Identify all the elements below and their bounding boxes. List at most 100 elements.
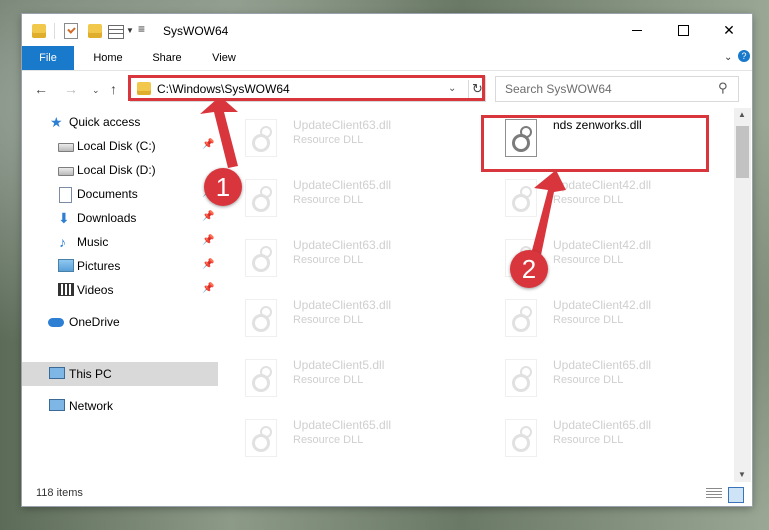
item-count: 118 items: [36, 487, 83, 499]
sidebar-item-downloads[interactable]: ⬇ Downloads 📌: [22, 206, 218, 230]
network-icon: [49, 399, 65, 411]
expand-ribbon-chevron-icon[interactable]: ⌄: [724, 52, 734, 63]
pin-icon[interactable]: 📌: [202, 259, 214, 270]
large-icons-view-icon[interactable]: [728, 487, 744, 503]
file-type: Resource DLL: [293, 254, 364, 266]
back-arrow-icon[interactable]: ←: [34, 81, 48, 97]
navigation-bar: ← → ⌄ ↑ C:\Windows\SysWOW64 ⌄ ↻ Search S…: [22, 71, 752, 107]
sidebar-item-local-disk-c[interactable]: Local Disk (C:) 📌: [22, 134, 218, 158]
file-item[interactable]: UpdateClient65.dll Resource DLL: [227, 174, 477, 218]
pin-icon[interactable]: 📌: [202, 235, 214, 246]
step-badge-1: 1: [204, 168, 242, 206]
sidebar-item-videos[interactable]: Videos 📌: [22, 278, 218, 302]
search-box[interactable]: Search SysWOW64 ⚲: [495, 76, 739, 102]
sidebar-item-quick-access[interactable]: ★ Quick access: [22, 110, 218, 134]
file-item[interactable]: UpdateClient63.dll Resource DLL: [227, 114, 477, 158]
scroll-down-arrow-icon[interactable]: ▼: [738, 470, 746, 479]
computer-icon: [49, 367, 65, 379]
sidebar-item-label: OneDrive: [69, 315, 120, 329]
music-icon: ♪: [59, 234, 66, 250]
close-icon: ✕: [723, 21, 735, 38]
file-name: UpdateClient42.dll: [553, 238, 652, 252]
sidebar-item-documents[interactable]: Documents 📌: [22, 182, 218, 206]
tab-view[interactable]: View: [200, 46, 248, 70]
pictures-icon: [58, 259, 74, 272]
properties-check-icon[interactable]: [64, 23, 78, 39]
file-name: UpdateClient42.dll: [553, 178, 652, 192]
sidebar-item-local-disk-d[interactable]: Local Disk (D:): [22, 158, 218, 182]
minimize-icon: [632, 29, 642, 31]
sidebar-item-label: Quick access: [69, 115, 141, 129]
dll-file-icon: [245, 239, 277, 277]
cloud-icon: [48, 318, 64, 327]
forward-arrow-icon[interactable]: →: [64, 81, 78, 97]
file-type: Resource DLL: [293, 194, 364, 206]
file-item[interactable]: UpdateClient5.dll Resource DLL: [227, 354, 477, 398]
up-arrow-icon[interactable]: ↑: [110, 81, 117, 97]
folder-icon[interactable]: [32, 24, 46, 38]
file-item[interactable]: UpdateClient65.dll Resource DLL: [487, 354, 737, 398]
documents-icon: [59, 187, 72, 203]
tab-share[interactable]: Share: [140, 46, 194, 70]
minimize-button[interactable]: [614, 14, 660, 46]
pin-icon[interactable]: 📌: [202, 211, 214, 222]
customize-toolbar-dropdown-icon[interactable]: ▼: [126, 26, 134, 35]
dll-file-icon: [505, 299, 537, 337]
file-item[interactable]: UpdateClient63.dll Resource DLL: [227, 294, 477, 338]
maximize-button[interactable]: [660, 14, 706, 46]
file-name: UpdateClient63.dll: [293, 298, 392, 312]
recent-locations-chevron-icon[interactable]: ⌄: [92, 85, 100, 96]
tab-file[interactable]: File: [22, 46, 74, 70]
file-item[interactable]: UpdateClient42.dll Resource DLL: [487, 294, 737, 338]
dll-file-icon: [505, 419, 537, 457]
tab-home[interactable]: Home: [82, 46, 134, 70]
downloads-icon: ⬇: [58, 210, 70, 226]
close-button[interactable]: ✕: [706, 14, 752, 46]
dll-file-icon: [245, 179, 277, 217]
dll-file-icon: [245, 119, 277, 157]
ribbon-tabs: File Home Share View ⌄ ?: [22, 46, 752, 71]
file-name: UpdateClient63.dll: [293, 238, 392, 252]
videos-icon: [58, 283, 74, 296]
file-item[interactable]: UpdateClient65.dll Resource DLL: [227, 414, 477, 458]
sidebar-item-pictures[interactable]: Pictures 📌: [22, 254, 218, 278]
vertical-scrollbar[interactable]: ▲ ▼: [734, 108, 751, 482]
sidebar-item-label: Documents: [77, 187, 138, 201]
help-icon[interactable]: ?: [738, 50, 750, 62]
properties-icon[interactable]: [108, 25, 124, 39]
sidebar-item-label: Local Disk (C:): [77, 139, 156, 153]
sidebar-item-onedrive[interactable]: OneDrive: [22, 310, 218, 334]
pin-icon[interactable]: 📌: [202, 283, 214, 294]
sidebar-item-network[interactable]: Network: [22, 394, 218, 418]
sidebar-item-this-pc[interactable]: This PC: [22, 362, 218, 386]
file-type: Resource DLL: [293, 434, 364, 446]
quick-access-menu-icon[interactable]: ≡: [138, 22, 145, 36]
quick-access-separator: [54, 23, 55, 39]
file-name: UpdateClient63.dll: [293, 118, 392, 132]
sidebar-item-label: Network: [69, 399, 114, 413]
file-type: Resource DLL: [553, 374, 624, 386]
pin-icon[interactable]: 📌: [202, 139, 214, 150]
file-type: Resource DLL: [293, 374, 364, 386]
sidebar-item-label: Local Disk (D:): [77, 163, 156, 177]
file-item[interactable]: UpdateClient63.dll Resource DLL: [227, 234, 477, 278]
scrollbar-thumb[interactable]: [736, 126, 749, 178]
navigation-pane: ★ Quick access Local Disk (C:) 📌 Local D…: [22, 108, 218, 482]
sidebar-item-music[interactable]: ♪ Music 📌: [22, 230, 218, 254]
address-highlight-box: [128, 75, 485, 101]
drive-icon: [58, 143, 74, 152]
scroll-up-arrow-icon[interactable]: ▲: [738, 110, 746, 119]
file-item[interactable]: UpdateClient65.dll Resource DLL: [487, 414, 737, 458]
sidebar-item-label: Pictures: [77, 259, 121, 273]
file-type: Resource DLL: [293, 134, 364, 146]
search-input[interactable]: Search SysWOW64: [505, 82, 612, 96]
search-icon[interactable]: ⚲: [718, 80, 728, 96]
file-type: Resource DLL: [553, 314, 624, 326]
new-folder-icon[interactable]: [88, 24, 102, 38]
file-item[interactable]: UpdateClient42.dll Resource DLL: [487, 174, 737, 218]
file-type: Resource DLL: [553, 194, 624, 206]
details-view-icon[interactable]: [706, 488, 722, 500]
status-bar: 118 items: [22, 482, 752, 506]
file-type: Resource DLL: [553, 254, 624, 266]
file-type: Resource DLL: [553, 434, 624, 446]
